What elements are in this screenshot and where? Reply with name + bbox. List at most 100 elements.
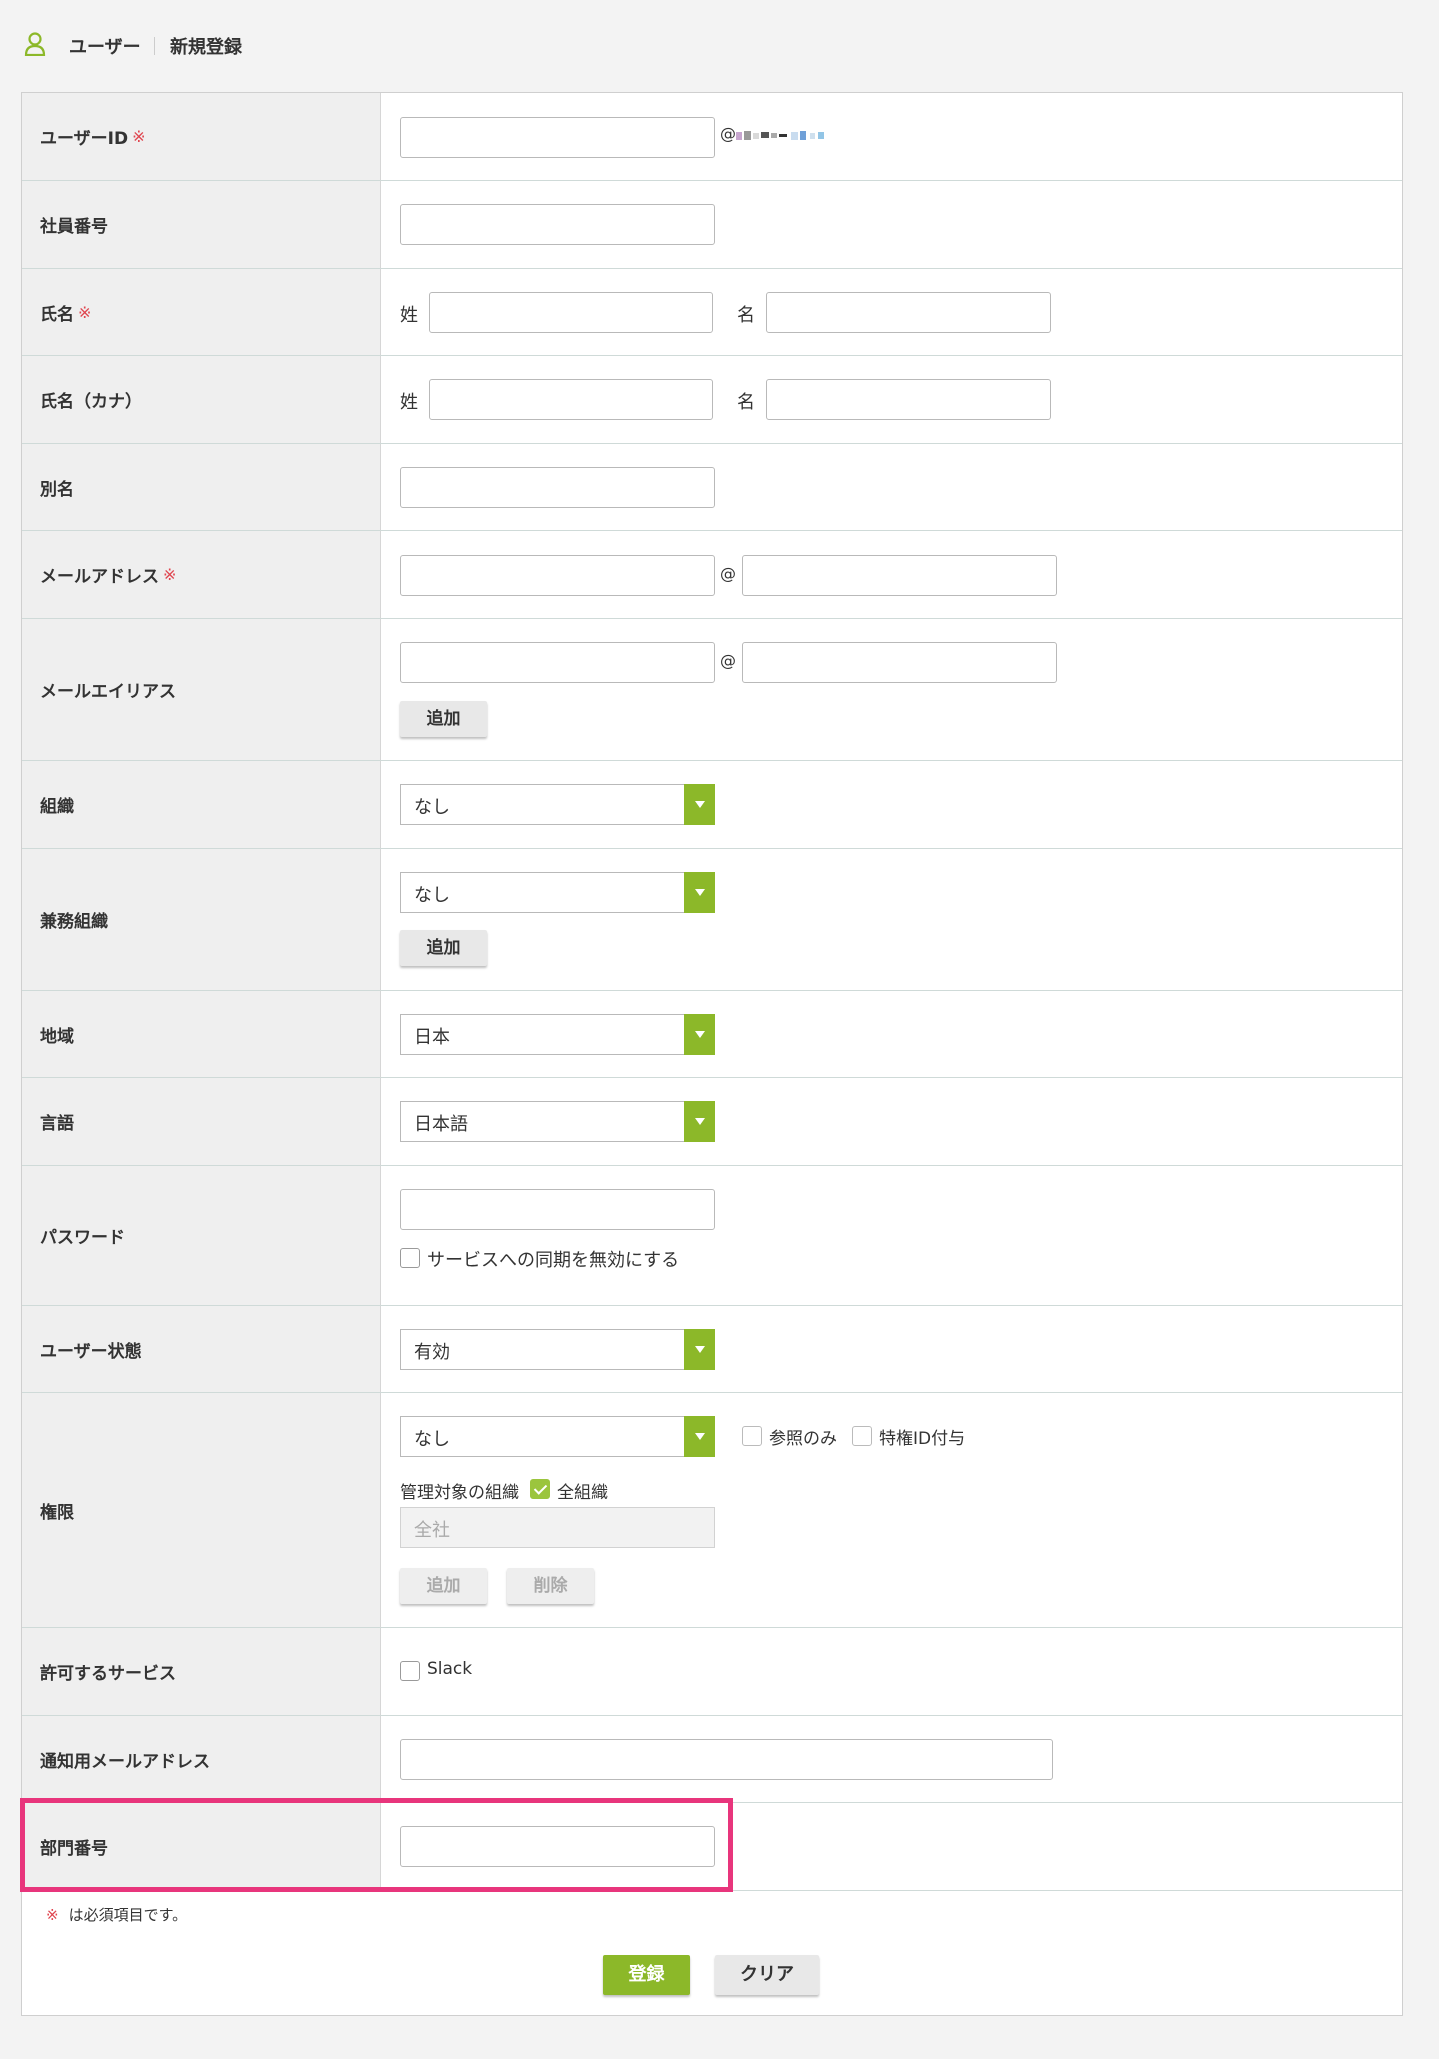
language-select[interactable]: 日本語 — [400, 1101, 715, 1142]
row-name: 氏名 ※ 姓 名 — [22, 269, 1402, 356]
region-label: 地域 — [40, 1026, 74, 1047]
org-label: 組織 — [40, 797, 74, 817]
required-mark: ※ — [163, 565, 177, 584]
mei-label: 名 — [737, 392, 755, 413]
status-select[interactable]: 有効 — [400, 1329, 715, 1370]
managed-org-list: 全社 — [400, 1507, 715, 1548]
chevron-down-icon[interactable] — [684, 1416, 715, 1457]
row-email: メールアドレス ※ @ — [22, 531, 1402, 619]
required-note-text: は必須項目です。 — [68, 1906, 188, 1924]
managed-org-placeholder: 全社 — [414, 1520, 450, 1541]
chevron-down-icon[interactable] — [684, 1329, 715, 1370]
dept-no-label: 部門番号 — [40, 1839, 108, 1859]
language-select-value: 日本語 — [414, 1114, 468, 1135]
sub-org-select[interactable]: なし — [400, 872, 715, 913]
required-mark: ※ — [132, 127, 146, 146]
chevron-down-icon[interactable] — [684, 1101, 715, 1142]
user-icon — [24, 32, 46, 56]
email-alias-domain-input[interactable] — [742, 642, 1057, 683]
status-select-value: 有効 — [414, 1342, 450, 1363]
row-user-id: ユーザーID ※ @ — [22, 93, 1402, 181]
readonly-checkbox[interactable] — [742, 1426, 762, 1446]
notify-email-label: 通知用メールアドレス — [40, 1751, 210, 1772]
email-alias-label: メールエイリアス — [40, 682, 176, 702]
sub-org-select-value: なし — [414, 885, 450, 906]
first-name-input[interactable] — [766, 292, 1051, 333]
privileged-id-checkbox[interactable] — [852, 1426, 872, 1446]
email-label: メールアドレス — [40, 567, 159, 587]
row-language: 言語 日本語 — [22, 1078, 1402, 1166]
mei-label: 名 — [737, 305, 755, 326]
submit-button[interactable]: 登録 — [603, 1955, 690, 1995]
name-label: 氏名 — [40, 304, 74, 325]
user-form: ユーザーID ※ @ 社員番号 氏名 ※ 姓 名 氏名（カナ） 姓 名 別名 メ… — [20, 92, 1403, 2016]
required-note: ※ は必須項目です。 — [46, 1904, 187, 1925]
user-id-label: ユーザーID — [40, 129, 129, 149]
email-alias-local-input[interactable] — [400, 642, 715, 683]
email-local-input[interactable] — [400, 555, 715, 596]
page-title: 新規登録 — [170, 37, 242, 58]
delete-managed-org-button[interactable]: 削除 — [507, 1568, 594, 1604]
password-label: パスワード — [40, 1228, 125, 1248]
row-email-alias: メールエイリアス @ 追加 — [22, 619, 1402, 761]
sub-org-label: 兼務組織 — [40, 912, 108, 932]
last-name-input[interactable] — [429, 292, 713, 333]
row-org: 組織 なし — [22, 761, 1402, 849]
pixelated-domain — [736, 131, 824, 140]
dept-no-input[interactable] — [400, 1826, 715, 1867]
permission-select-value: なし — [414, 1429, 450, 1450]
permission-select[interactable]: なし — [400, 1416, 715, 1457]
chevron-down-icon[interactable] — [684, 872, 715, 913]
email-domain-input[interactable] — [742, 555, 1057, 596]
last-name-kana-input[interactable] — [429, 379, 713, 420]
user-id-input[interactable] — [400, 117, 715, 158]
row-status: ユーザー状態 有効 — [22, 1306, 1402, 1393]
disable-sync-label: サービスへの同期を無効にする — [427, 1250, 680, 1271]
row-region: 地域 日本 — [22, 991, 1402, 1078]
row-password: パスワード サービスへの同期を無効にする — [22, 1166, 1402, 1306]
email-alias-at: @ — [720, 651, 736, 670]
org-select[interactable]: なし — [400, 784, 715, 825]
add-sub-org-button[interactable]: 追加 — [400, 930, 487, 966]
status-label: ユーザー状態 — [40, 1341, 142, 1362]
services-label: 許可するサービス — [40, 1664, 176, 1684]
language-label: 言語 — [40, 1114, 74, 1134]
employee-no-label: 社員番号 — [40, 217, 108, 237]
employee-no-input[interactable] — [400, 204, 715, 245]
clear-button[interactable]: クリア — [715, 1955, 819, 1995]
email-at: @ — [720, 564, 736, 583]
disable-sync-checkbox[interactable] — [400, 1248, 420, 1268]
alias-input[interactable] — [400, 467, 715, 508]
first-name-kana-input[interactable] — [766, 379, 1051, 420]
all-orgs-checkbox[interactable] — [530, 1479, 550, 1499]
readonly-label: 参照のみ — [769, 1429, 837, 1449]
page-header: ユーザー 新規登録 — [0, 0, 1439, 92]
row-employee-no: 社員番号 — [22, 181, 1402, 269]
row-sub-org: 兼務組織 なし 追加 — [22, 849, 1402, 991]
row-alias: 別名 — [22, 444, 1402, 531]
required-mark: ※ — [78, 302, 92, 322]
row-dept-no: 部門番号 — [22, 1803, 1402, 1891]
chevron-down-icon[interactable] — [684, 784, 715, 825]
region-select-value: 日本 — [414, 1027, 450, 1048]
org-select-value: なし — [414, 797, 450, 818]
user-id-domain-at: @ — [720, 124, 736, 143]
breadcrumb-section[interactable]: ユーザー — [69, 33, 141, 59]
name-kana-label: 氏名（カナ） — [40, 392, 142, 412]
row-services: 許可するサービス Slack — [22, 1628, 1402, 1716]
all-orgs-label: 全組織 — [557, 1483, 608, 1503]
add-managed-org-button[interactable]: 追加 — [400, 1568, 487, 1604]
row-permission: 権限 なし 参照のみ 特権ID付与 管理対象の組織 全組織 全社 追加 削除 — [22, 1393, 1402, 1628]
region-select[interactable]: 日本 — [400, 1014, 715, 1055]
breadcrumb-separator — [154, 37, 155, 55]
managed-org-label: 管理対象の組織 — [400, 1483, 519, 1503]
required-mark: ※ — [46, 1906, 59, 1924]
notify-email-input[interactable] — [400, 1739, 1053, 1780]
add-email-alias-button[interactable]: 追加 — [400, 701, 487, 737]
sei-label: 姓 — [400, 305, 418, 326]
password-input[interactable] — [400, 1189, 715, 1230]
slack-checkbox[interactable] — [400, 1661, 420, 1681]
privileged-id-label: 特権ID付与 — [879, 1429, 966, 1449]
chevron-down-icon[interactable] — [684, 1014, 715, 1055]
slack-label: Slack — [427, 1659, 473, 1679]
